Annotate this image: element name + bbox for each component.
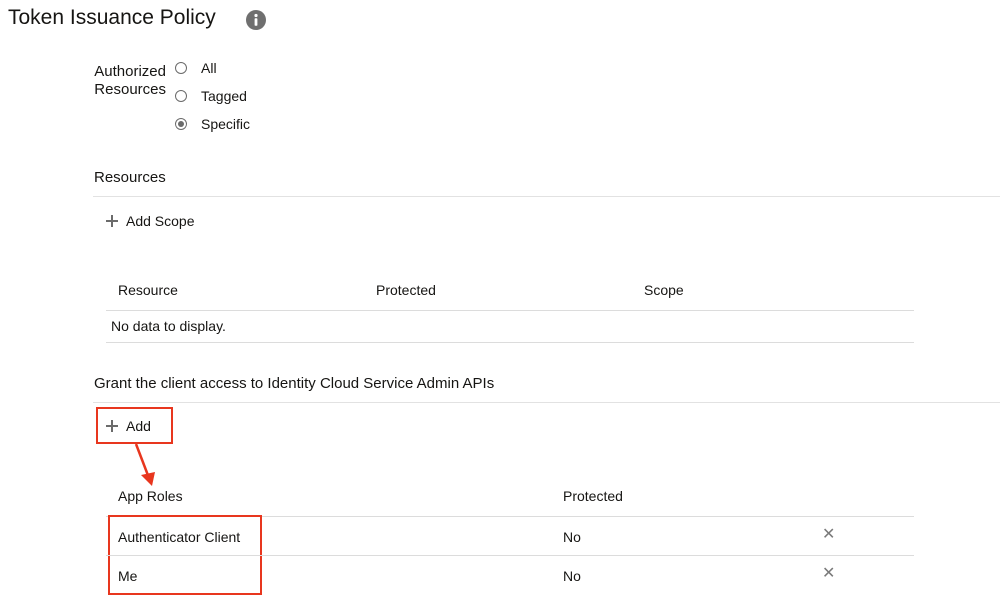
resources-empty-message: No data to display. xyxy=(111,318,226,334)
add-scope-button[interactable]: Add Scope xyxy=(106,213,195,229)
radio-tagged-button[interactable] xyxy=(175,90,187,102)
admin-apis-section-title: Grant the client access to Identity Clou… xyxy=(94,375,495,392)
column-header-resource[interactable]: Resource xyxy=(118,282,178,298)
remove-icon[interactable]: ✕ xyxy=(822,527,835,543)
radio-specific-label: Specific xyxy=(201,116,251,132)
annotation-arrow xyxy=(134,443,155,486)
authorized-resources-label-line1: Authorized xyxy=(94,63,166,80)
app-roles-row-divider xyxy=(106,555,914,556)
radio-all-button[interactable] xyxy=(175,62,187,74)
authorized-resources-label-line2: Resources xyxy=(94,81,166,98)
add-app-role-button[interactable]: Add xyxy=(106,418,151,434)
resources-divider xyxy=(93,196,1000,197)
remove-icon[interactable]: ✕ xyxy=(822,566,835,582)
app-role-name: Authenticator Client xyxy=(118,529,241,545)
info-icon[interactable] xyxy=(246,10,266,30)
column-header-protected[interactable]: Protected xyxy=(376,282,436,298)
admin-apis-divider xyxy=(93,402,1000,403)
add-scope-label: Add Scope xyxy=(126,213,195,229)
radio-all-label: All xyxy=(201,60,217,76)
column-header-scope[interactable]: Scope xyxy=(644,282,684,298)
app-role-protected: No xyxy=(563,529,581,545)
plus-icon xyxy=(106,215,118,227)
authorized-resources-label: Authorized Resources xyxy=(84,63,166,99)
resources-section-title: Resources xyxy=(94,169,166,186)
resources-header-divider xyxy=(106,310,914,311)
app-role-name: Me xyxy=(118,568,138,584)
plus-icon xyxy=(106,420,118,432)
page-title: Token Issuance Policy xyxy=(8,6,216,29)
radio-option-all[interactable]: All xyxy=(175,59,217,77)
radio-specific-button[interactable] xyxy=(175,118,187,130)
radio-option-specific[interactable]: Specific xyxy=(175,115,250,133)
app-role-protected: No xyxy=(563,568,581,584)
add-app-role-label: Add xyxy=(126,418,151,434)
resources-table-bottom xyxy=(106,342,914,343)
radio-tagged-label: Tagged xyxy=(201,88,247,104)
radio-option-tagged[interactable]: Tagged xyxy=(175,87,247,105)
column-header-app-roles[interactable]: App Roles xyxy=(118,488,183,504)
column-header-protected[interactable]: Protected xyxy=(563,488,623,504)
